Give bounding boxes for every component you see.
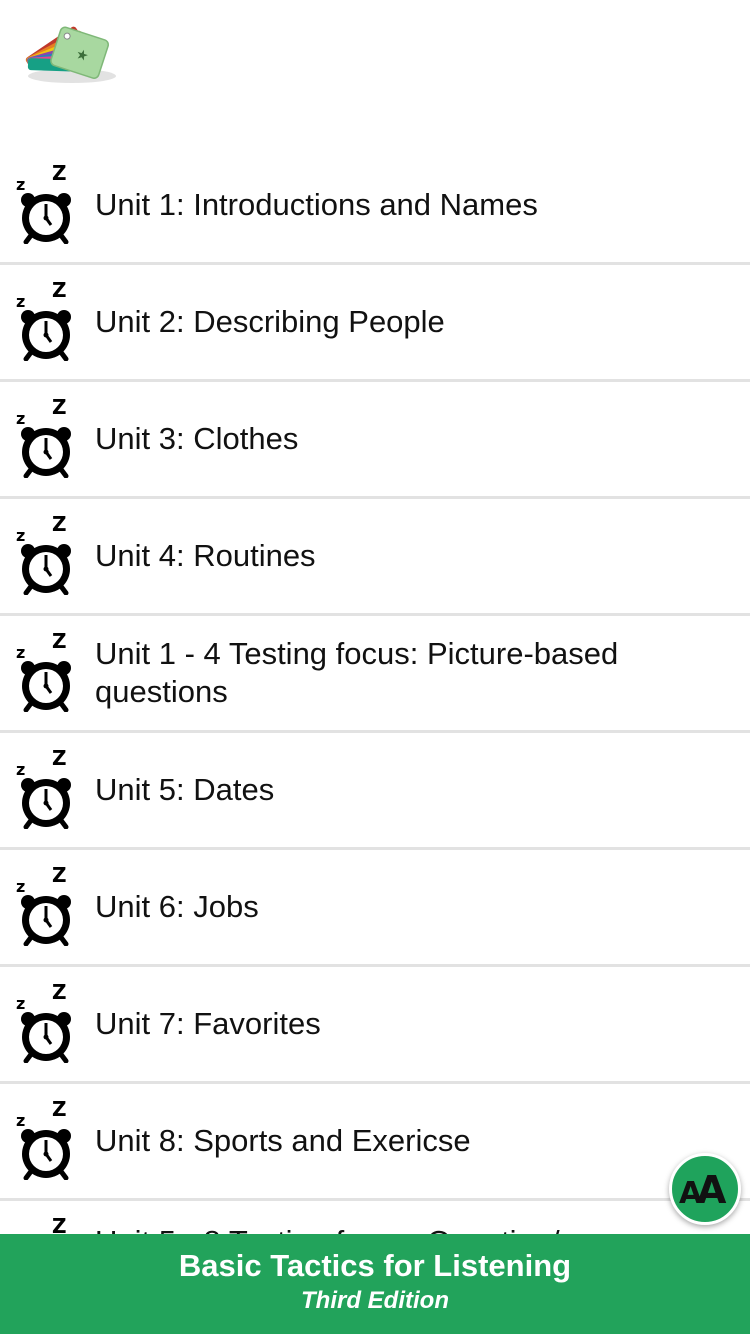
unit-label: Unit 5: Dates: [95, 772, 275, 807]
sleeping-alarm-clock-icon: z Z: [16, 630, 71, 712]
app-title: Basic Tactics for Listening: [178, 1248, 572, 1283]
unit-label: Unit 6: Jobs: [95, 889, 259, 924]
svg-text:z: z: [16, 994, 25, 1013]
svg-text:z: z: [16, 175, 25, 194]
svg-text:A: A: [697, 1169, 727, 1209]
header: ★: [0, 0, 750, 148]
list-item[interactable]: z Z Unit 6: Jobs: [0, 850, 750, 967]
list-item[interactable]: z Z Unit 1 - 4 Testing focus: Picture-ba…: [0, 616, 750, 733]
list-item[interactable]: z Z Unit 4: Routines: [0, 499, 750, 616]
list-item[interactable]: z Z Unit 2: Describing People: [0, 265, 750, 382]
svg-text:z: z: [16, 643, 25, 662]
svg-text:z: z: [16, 292, 25, 311]
svg-text:z: z: [16, 1111, 25, 1130]
list-item[interactable]: z Z Unit 5: Dates: [0, 733, 750, 850]
svg-text:Z: Z: [52, 279, 67, 302]
svg-text:Z: Z: [52, 396, 67, 419]
sleeping-alarm-clock-icon: z Z: [16, 162, 71, 244]
unit-label: Unit 1: Introductions and Names: [95, 187, 538, 222]
svg-text:Z: Z: [52, 864, 67, 887]
svg-text:z: z: [16, 526, 25, 545]
svg-text:Z: Z: [52, 747, 67, 770]
list-item[interactable]: z Z Unit 7: Favorites: [0, 967, 750, 1084]
svg-text:Z: Z: [52, 513, 67, 536]
svg-text:Z: Z: [52, 162, 67, 185]
sleeping-alarm-clock-icon: z Z: [16, 747, 71, 829]
sleeping-alarm-clock-icon: z Z: [16, 981, 71, 1063]
svg-text:Z: Z: [52, 1098, 67, 1121]
sleeping-alarm-clock-icon: z Z: [16, 1098, 71, 1180]
list-item[interactable]: z Z Unit 3: Clothes: [0, 382, 750, 499]
unit-label: Unit 2: Describing People: [95, 304, 445, 339]
svg-text:Z: Z: [52, 630, 67, 653]
app-subtitle: Third Edition: [301, 1287, 449, 1314]
list-item[interactable]: z Z Unit 8: Sports and Exericse: [0, 1084, 750, 1201]
sleeping-alarm-clock-icon: z Z: [16, 864, 71, 946]
list-item[interactable]: z Z Unit 1: Introductions and Names: [0, 148, 750, 265]
unit-label: Unit 3: Clothes: [95, 421, 299, 456]
unit-label: Unit 1 - 4 Testing focus: Picture-based …: [95, 636, 619, 709]
font-size-button[interactable]: A A: [669, 1153, 741, 1225]
svg-text:z: z: [16, 877, 25, 896]
app-screen: ★ z Z Unit 1: Introductions and Names z …: [0, 0, 750, 1334]
font-size-icon: A A: [679, 1169, 727, 1209]
svg-text:Z: Z: [52, 981, 67, 1004]
svg-text:z: z: [16, 760, 25, 779]
sleeping-alarm-clock-icon: z Z: [16, 396, 71, 478]
unit-label: Unit 8: Sports and Exericse: [95, 1123, 471, 1158]
unit-label: Unit 4: Routines: [95, 538, 316, 573]
sleeping-alarm-clock-icon: z Z: [16, 513, 71, 595]
sleeping-alarm-clock-icon: z Z: [16, 279, 71, 361]
svg-text:z: z: [16, 409, 25, 428]
unit-list: z Z Unit 1: Introductions and Names z Z …: [0, 148, 750, 1318]
flashcard-fan-logo: ★: [25, 26, 116, 83]
unit-label: Unit 7: Favorites: [95, 1006, 321, 1041]
footer-banner: Basic Tactics for Listening Third Editio…: [0, 1234, 750, 1334]
